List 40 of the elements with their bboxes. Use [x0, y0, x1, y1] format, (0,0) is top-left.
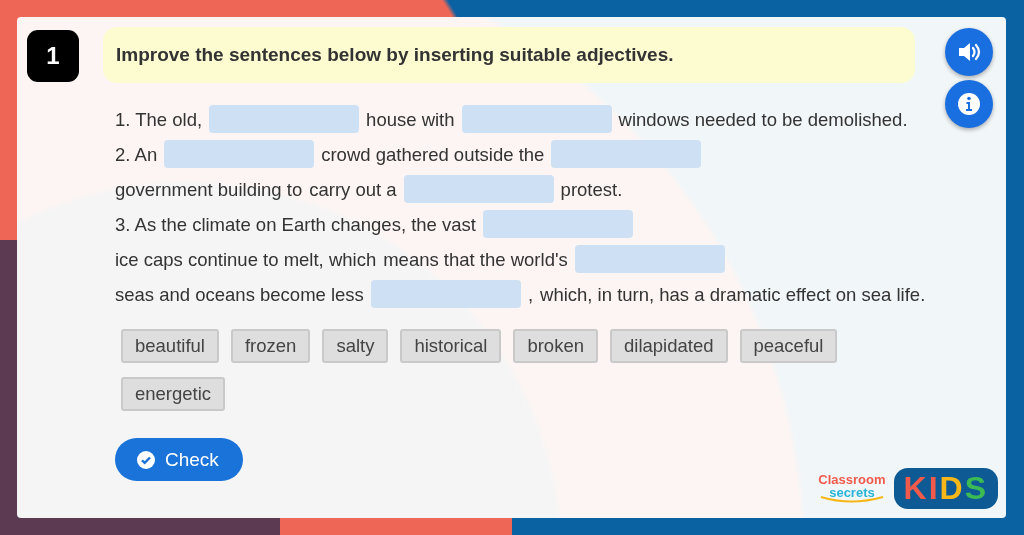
sentence-text: protest. — [560, 179, 623, 200]
sentence-text: 1. The old, — [115, 109, 203, 130]
answer-box[interactable] — [209, 105, 360, 134]
answer-box[interactable] — [403, 175, 554, 204]
answer-box[interactable] — [482, 210, 633, 239]
answer-box[interactable] — [574, 245, 725, 274]
answer-box[interactable] — [370, 280, 521, 309]
word-tile[interactable]: beautiful — [121, 329, 219, 363]
sentence-text: seas and oceans become less — [115, 284, 364, 305]
info-button[interactable] — [945, 80, 993, 128]
sentence-text: crowd gathered outside the — [321, 144, 545, 165]
sentence-text: 3. As the climate on Earth changes, the vast — [115, 214, 476, 235]
answer-box[interactable] — [551, 140, 702, 169]
word-tile[interactable]: frozen — [230, 329, 311, 363]
sentence-text: 2. An — [115, 144, 158, 165]
word-tile[interactable]: peaceful — [739, 329, 838, 363]
sentence-text: house with — [366, 109, 455, 130]
word-tile[interactable]: dilapidated — [610, 329, 728, 363]
check-circle-icon — [137, 450, 155, 469]
sentence-text: means that the world's — [383, 249, 568, 270]
sentence-text: government building to — [115, 179, 303, 200]
info-icon — [957, 92, 981, 116]
word-tile[interactable]: historical — [400, 329, 502, 363]
answer-box[interactable] — [164, 140, 315, 169]
word-tile[interactable]: broken — [513, 329, 598, 363]
question-number: 1 — [27, 30, 79, 82]
check-button[interactable]: Check — [115, 438, 243, 481]
sentence-text: windows needed to be demolished. — [618, 109, 908, 130]
instruction-text: Improve the sentences below by inserting suitable adjectives. — [116, 44, 674, 66]
audio-button[interactable] — [945, 28, 993, 76]
word-tile[interactable]: energetic — [121, 377, 226, 411]
classroom-secrets-logo: Classroom secrets — [818, 473, 886, 504]
word-tile[interactable]: salty — [322, 329, 389, 363]
sentence-text: which, in turn, has a dramatic effect on sea life. — [540, 284, 926, 305]
sentence-text: , — [527, 284, 533, 305]
kids-logo: KIDS — [893, 468, 998, 509]
sentence-text: carry out a — [309, 179, 397, 200]
answer-box[interactable] — [461, 105, 612, 134]
sentence-text: ice caps continue to melt, which — [115, 249, 377, 270]
speaker-icon — [957, 41, 981, 63]
